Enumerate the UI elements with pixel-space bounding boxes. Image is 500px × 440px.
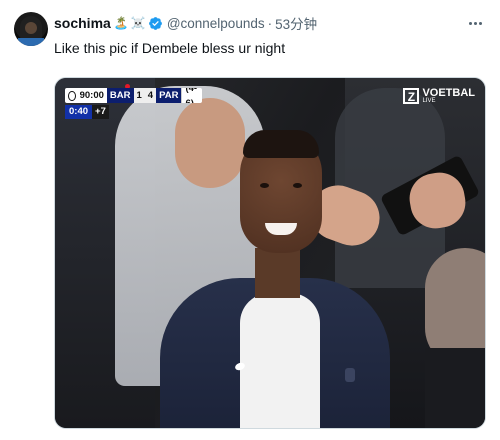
jacket-crest-icon xyxy=(345,368,355,382)
avatar-face xyxy=(25,22,37,34)
separator-dot: · xyxy=(267,15,273,31)
more-options-icon[interactable] xyxy=(466,14,484,32)
tweet-timestamp[interactable]: 53分钟 xyxy=(275,13,317,33)
player-eye xyxy=(260,183,269,188)
match-clock: 90:00 xyxy=(79,90,104,101)
home-score: 1 xyxy=(133,88,145,103)
broadcaster-tag: LIVE xyxy=(422,98,436,104)
added-time: +7 xyxy=(92,105,109,119)
home-team: BAR xyxy=(106,88,134,103)
dot xyxy=(473,21,477,25)
clock-icon xyxy=(68,90,76,101)
avatar-band xyxy=(18,38,44,46)
photo-scene xyxy=(55,78,485,428)
ziggo-logo-icon: Z xyxy=(403,88,420,104)
aggregate-score: (4-6) xyxy=(181,88,202,103)
background-person-head xyxy=(175,98,245,188)
author-handle[interactable]: @connelpounds xyxy=(167,16,265,31)
broadcaster-name: VOETBAL xyxy=(422,87,475,99)
author-name[interactable]: sochima xyxy=(54,15,111,31)
skull-crossbones-emoji-icon: ☠️ xyxy=(130,16,146,30)
player-neck xyxy=(255,248,300,298)
broadcaster-text: VOETBAL LIVE xyxy=(422,88,475,105)
author-avatar[interactable] xyxy=(14,12,48,46)
tweet-header: sochima 🏝️ ☠️ @connelpounds · 53分钟 xyxy=(54,13,317,33)
player-shirt xyxy=(240,293,320,428)
tweet-photo[interactable]: 90:00 BAR 1 4 PAR (4-6) 0:40 +7 Z VOETBA… xyxy=(54,77,486,429)
verified-badge-icon[interactable] xyxy=(148,16,163,31)
scoreboard-main-row: 90:00 BAR 1 4 PAR (4-6) xyxy=(65,88,203,103)
broadcaster-logo: Z VOETBAL LIVE xyxy=(403,88,475,105)
player-eye xyxy=(293,183,302,188)
dot xyxy=(468,21,472,25)
tweet-text: Like this pic if Dembele bless ur night xyxy=(54,40,286,56)
tweet[interactable]: sochima 🏝️ ☠️ @connelpounds · 53分钟 Like … xyxy=(0,0,500,440)
spectator-body xyxy=(425,348,485,428)
away-score: 4 xyxy=(144,88,157,103)
scoreboard-extra-row: 0:40 +7 xyxy=(65,105,109,119)
player-hair xyxy=(243,130,319,158)
dot xyxy=(478,21,482,25)
extra-time-clock: 0:40 xyxy=(65,105,93,119)
island-emoji-icon: 🏝️ xyxy=(113,16,129,30)
away-team: PAR xyxy=(156,88,182,103)
